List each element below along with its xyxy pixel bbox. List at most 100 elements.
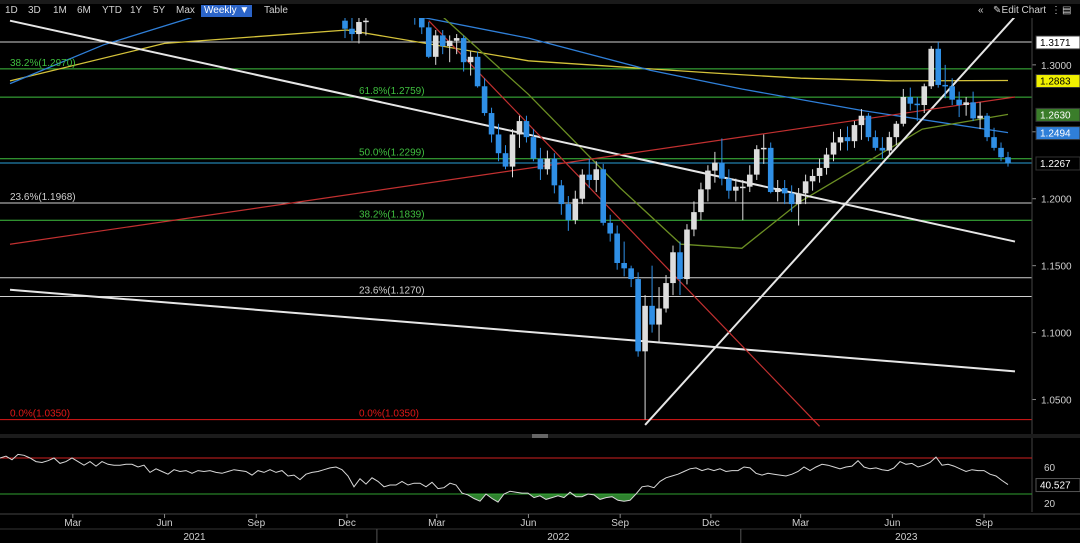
candle-body — [439, 35, 446, 47]
candle-body — [691, 212, 697, 230]
candle-body — [705, 170, 711, 190]
candle-body — [572, 198, 579, 221]
candle-body — [621, 262, 627, 269]
candle-body — [481, 86, 488, 114]
candle-body — [453, 38, 460, 41]
candle-body — [509, 134, 516, 167]
divider-handle — [532, 434, 548, 438]
fib-label: 38.2%(1.2970) — [10, 58, 76, 69]
candle-body — [802, 181, 809, 194]
moving-average-line — [9, 29, 1009, 82]
candle-body — [809, 175, 816, 182]
rsi-last-label: 40.527 — [1040, 481, 1071, 492]
candle-body — [991, 137, 997, 148]
candle-body — [893, 123, 900, 138]
candle-body — [788, 193, 795, 205]
candle-body — [635, 279, 641, 352]
candle-body — [460, 38, 467, 63]
candle-body — [963, 102, 969, 106]
fib-labels: 38.2%(1.2970) 61.8%(1.2759) 50.0%(1.2299) 2… — [10, 58, 425, 420]
candle-body — [363, 20, 369, 23]
candles — [342, 0, 1011, 420]
candle-body — [760, 147, 767, 150]
y-tick-label: 1.0500 — [1041, 396, 1072, 407]
price-tag-label: 1.2630 — [1040, 110, 1071, 121]
candle-body — [753, 149, 760, 175]
x-tick-label: Sep — [247, 518, 265, 529]
candle-body — [698, 189, 704, 213]
y-tick-label: 1.2000 — [1041, 195, 1072, 206]
x-tick-label: Jun — [520, 518, 536, 529]
candle-body — [425, 27, 432, 57]
candle-body — [872, 137, 879, 148]
candle-body — [412, 0, 418, 15]
candle-body — [418, 18, 425, 28]
candle-body — [342, 20, 348, 29]
candle-body — [432, 35, 439, 57]
y-tick-label: 1.3000 — [1041, 61, 1072, 72]
candle-body — [712, 162, 718, 171]
candle-body — [558, 185, 565, 205]
candle-body — [642, 305, 648, 352]
fib-label: 0.0%(1.0350) — [10, 409, 70, 420]
rsi-line — [0, 453, 1009, 503]
x-tick-label: Jun — [884, 518, 900, 529]
candle-body — [656, 308, 662, 325]
candle-body — [956, 99, 962, 106]
candle-body — [774, 188, 781, 193]
candle-body — [446, 40, 453, 47]
x-tick-label: Mar — [64, 518, 82, 529]
candle-body — [670, 252, 676, 284]
fib-label: 61.8%(1.2759) — [359, 86, 425, 97]
candle-body — [1005, 157, 1011, 163]
candle-body — [795, 193, 802, 205]
fib-level-lines — [0, 41, 1032, 421]
candle-body — [858, 115, 865, 126]
candle-body — [977, 115, 983, 119]
candle-body — [844, 137, 851, 142]
candle-body — [600, 169, 607, 223]
candle-body — [837, 137, 844, 143]
candle-body — [942, 84, 948, 87]
candle-body — [886, 137, 893, 151]
fib-label: 38.2%(1.1839) — [359, 209, 425, 220]
year-label: 2022 — [547, 532, 570, 543]
candle-body — [879, 147, 886, 151]
y-tick-label: 1.1500 — [1041, 262, 1072, 273]
candle-body — [970, 102, 976, 119]
candle-body — [816, 167, 823, 176]
candle-body — [349, 28, 355, 35]
candle-body — [781, 188, 788, 194]
moving-average-line — [443, 18, 1009, 249]
candle-body — [502, 153, 509, 167]
candle-body — [607, 222, 613, 234]
candle-body — [523, 121, 530, 138]
x-tick-label: Mar — [792, 518, 810, 529]
candle-body — [649, 305, 655, 325]
rsi-tick-label: 60 — [1044, 463, 1056, 474]
time-axis: Mar Jun Sep Dec Mar Jun Sep Dec Mar Jun Sep 2021 202… — [0, 513, 1080, 543]
rsi-oversold-fill — [0, 494, 1008, 503]
fib-label: 23.6%(1.1270) — [359, 285, 425, 296]
candle-body — [921, 86, 928, 106]
x-tick-label: Sep — [611, 518, 629, 529]
trendline — [428, 20, 820, 427]
candle-body — [984, 115, 990, 138]
x-tick-label: Dec — [338, 518, 356, 529]
x-tick-label: Mar — [428, 518, 446, 529]
candle-body — [495, 134, 502, 154]
candle-body — [949, 86, 955, 100]
y-tick-label: 1.1000 — [1041, 329, 1072, 340]
price-tag-label: 1.2494 — [1040, 129, 1071, 140]
moving-averages — [9, 18, 1009, 249]
candle-body — [733, 186, 739, 191]
candle-body — [767, 147, 774, 193]
candle-body — [726, 178, 732, 191]
candle-body — [663, 283, 669, 309]
price-tags: 1.3171 1.2883 1.2630 1.2494 1.2267 — [1035, 35, 1080, 171]
candle-body — [739, 186, 746, 189]
candle-body — [356, 22, 362, 35]
candle-body — [614, 233, 620, 263]
moving-average-line — [9, 18, 1009, 134]
rsi-tick-label: 20 — [1044, 499, 1056, 510]
